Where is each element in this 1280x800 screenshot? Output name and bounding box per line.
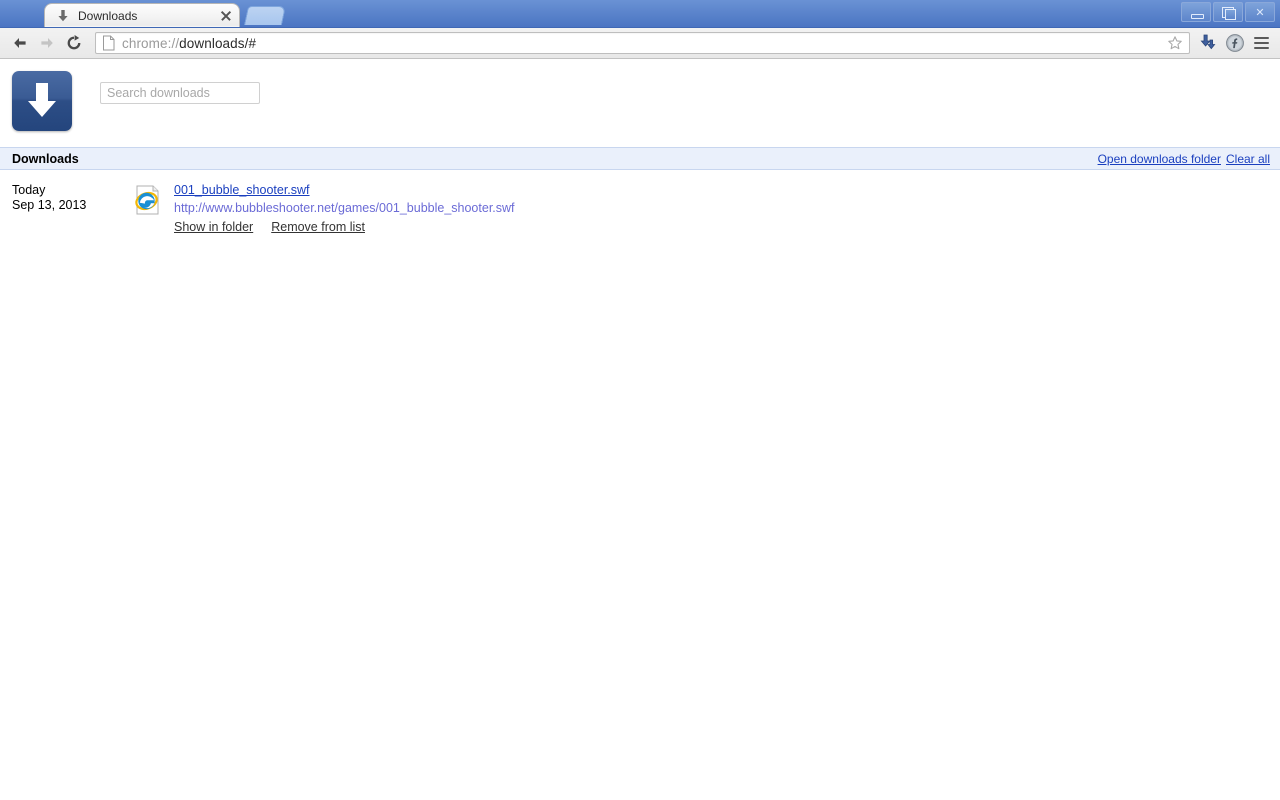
download-item-row: Today Sep 13, 2013 001_bubble_shooter.sw: [0, 170, 1280, 235]
window-minimize-button[interactable]: [1181, 2, 1211, 22]
download-arrow-icon: [55, 8, 71, 24]
bookmark-star-icon[interactable]: [1165, 33, 1185, 53]
chrome-menu-button[interactable]: [1248, 30, 1274, 57]
downloads-page: Downloads Open downloads folder Clear al…: [0, 59, 1280, 798]
clear-all-link[interactable]: Clear all: [1226, 152, 1270, 166]
window-maximize-button[interactable]: [1213, 2, 1243, 22]
tab-title: Downloads: [78, 9, 138, 22]
back-button[interactable]: [6, 30, 33, 57]
search-container: [100, 82, 260, 104]
window-close-button[interactable]: ✕: [1245, 2, 1275, 22]
browser-window: Downloads ✕ chrome://downloads/# Search …: [0, 0, 1280, 800]
address-bar[interactable]: chrome://downloads/#: [95, 32, 1190, 54]
url-scheme: chrome://: [122, 35, 180, 51]
tab-close-icon[interactable]: [219, 9, 233, 23]
reload-icon: [67, 35, 80, 50]
forward-button[interactable]: [33, 30, 60, 57]
downloads-logo-icon: [12, 71, 72, 131]
tab-downloads[interactable]: Downloads: [44, 3, 240, 27]
downloads-section-bar: Downloads Open downloads folder Clear al…: [0, 147, 1280, 170]
page-icon: [102, 35, 116, 51]
download-info: 001_bubble_shooter.swf http://www.bubble…: [174, 182, 1280, 235]
back-arrow-icon: [13, 38, 26, 48]
new-tab-button[interactable]: [243, 6, 287, 25]
address-bar-text: chrome://downloads/#: [122, 36, 1165, 51]
download-date-day: Today: [12, 183, 46, 197]
search-input[interactable]: [100, 82, 260, 104]
section-title: Downloads: [12, 151, 79, 166]
section-links: Open downloads folder Clear all: [1098, 152, 1270, 166]
menu-icon: [1253, 37, 1269, 49]
download-date-full: Sep 13, 2013: [12, 198, 87, 212]
close-icon: ✕: [1255, 6, 1265, 19]
url-path: downloads/#: [179, 35, 257, 51]
internet-explorer-file-icon: [132, 184, 164, 216]
tab-strip: Downloads ✕: [0, 0, 1280, 28]
downloads-page-header: [0, 59, 1280, 147]
download-filename-link[interactable]: 001_bubble_shooter.swf: [174, 183, 310, 198]
forward-arrow-icon: [40, 38, 53, 48]
downloads-icon: [1200, 34, 1216, 50]
flash-icon: [1226, 34, 1244, 52]
show-in-folder-link[interactable]: Show in folder: [174, 219, 253, 235]
open-downloads-folder-link[interactable]: Open downloads folder: [1098, 152, 1221, 166]
flash-plugin-button[interactable]: [1222, 30, 1248, 57]
download-date: Today Sep 13, 2013: [12, 182, 132, 235]
reload-button[interactable]: [60, 30, 87, 57]
downloads-toolbar-button[interactable]: [1196, 30, 1222, 57]
window-controls: ✕: [1179, 2, 1275, 22]
remove-from-list-link[interactable]: Remove from list: [271, 219, 365, 235]
download-actions: Show in folder Remove from list: [174, 219, 1280, 235]
browser-toolbar: chrome://downloads/#: [0, 28, 1280, 59]
download-url: http://www.bubbleshooter.net/games/001_b…: [174, 201, 515, 215]
